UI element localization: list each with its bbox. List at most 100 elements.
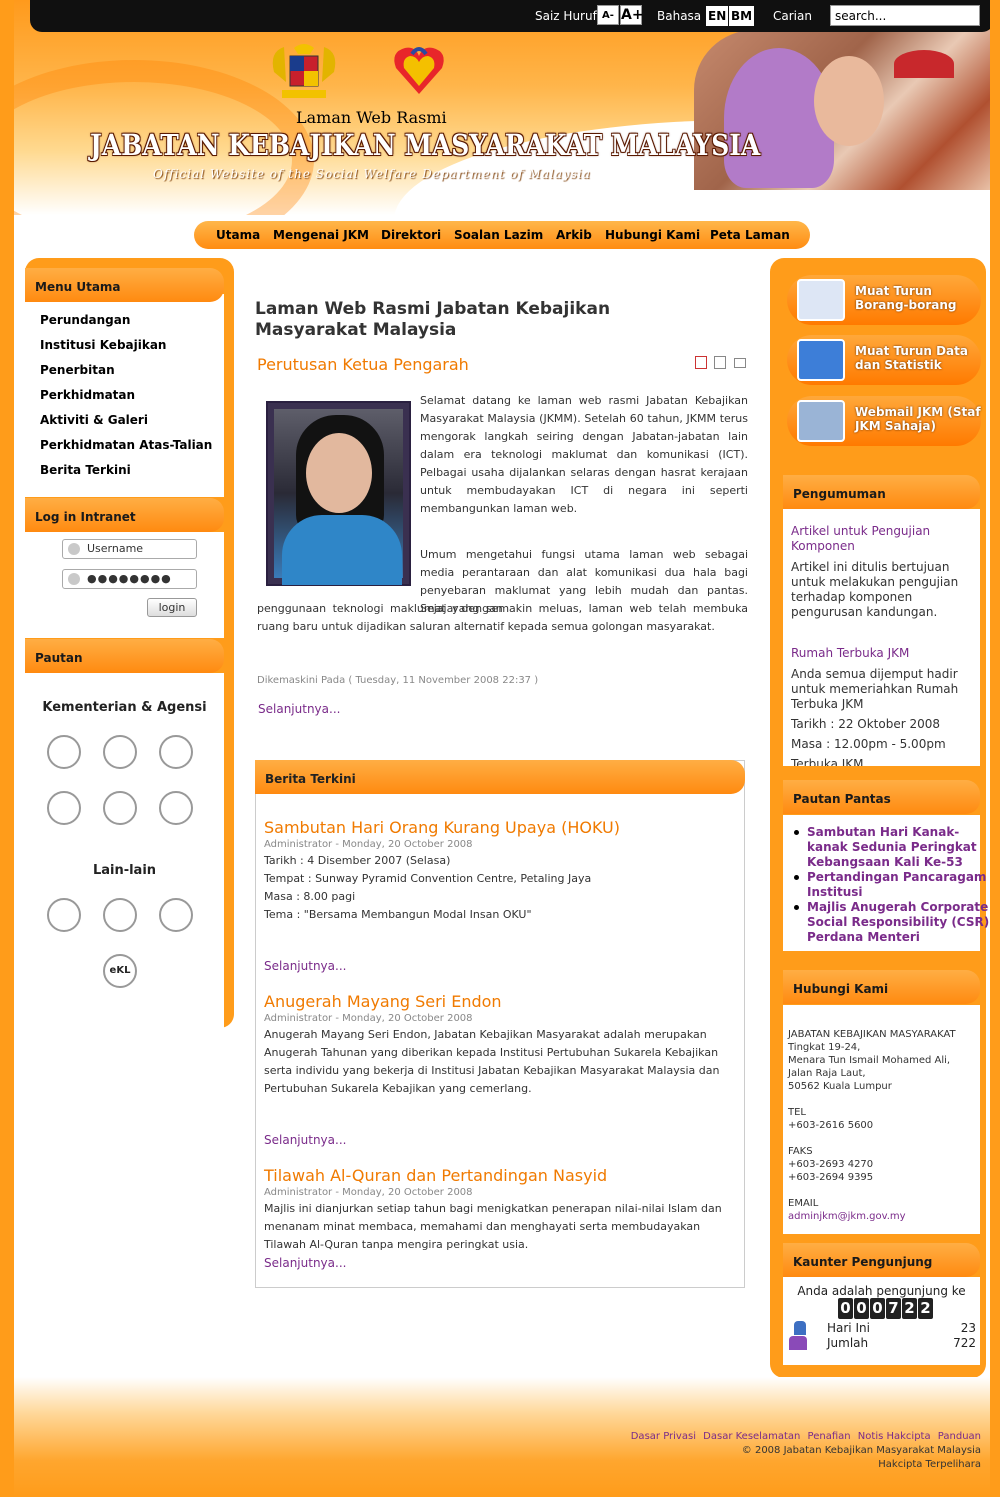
nav-soalan-lazim[interactable]: Soalan Lazim bbox=[454, 228, 543, 242]
counter-digit: 0 bbox=[854, 1298, 869, 1319]
agencies-title: Kementerian & Agensi bbox=[42, 700, 207, 715]
menu-item-aktiviti-galeri[interactable]: Aktiviti & Galeri bbox=[40, 413, 148, 427]
agency-logo-jpw-icon[interactable] bbox=[159, 735, 193, 769]
counter-digit: 2 bbox=[918, 1298, 933, 1319]
news-item-2-readmore[interactable]: Selanjutnya... bbox=[264, 1133, 346, 1147]
nav-utama[interactable]: Utama bbox=[216, 228, 260, 242]
agency-logo-1-icon[interactable] bbox=[47, 735, 81, 769]
username-field[interactable]: Username bbox=[62, 539, 197, 559]
agency-logo-4-icon[interactable] bbox=[47, 791, 81, 825]
download-statistics-button[interactable]: Muat Turun Data dan Statistik bbox=[787, 335, 981, 385]
agency-logo-5-icon[interactable] bbox=[103, 791, 137, 825]
menu-item-perundangan[interactable]: Perundangan bbox=[40, 313, 130, 327]
other-logo-3-icon[interactable] bbox=[159, 898, 193, 932]
counter-digit: 0 bbox=[870, 1298, 885, 1319]
tel-label: TEL bbox=[788, 1107, 806, 1118]
announcement-1-title[interactable]: Artikel untuk Pengujian Komponen bbox=[791, 524, 971, 554]
main-menu-header: Menu Utama bbox=[25, 268, 224, 302]
news-item-1-readmore[interactable]: Selanjutnya... bbox=[264, 959, 346, 973]
address-line: Jalan Raja Laut, bbox=[788, 1068, 866, 1079]
download-statistics-label: Muat Turun Data dan Statistik bbox=[855, 344, 968, 372]
footer-link-copyright[interactable]: Notis Hakcipta bbox=[858, 1431, 931, 1442]
footer: Dasar Privasi Dasar Keselamatan Penafian… bbox=[14, 1377, 990, 1497]
links-panel: Kementerian & Agensi Lain-lain eKL bbox=[25, 673, 224, 1028]
other-logo-2-icon[interactable] bbox=[103, 898, 137, 932]
font-increase-button[interactable]: A+ bbox=[620, 5, 644, 25]
footer-link-disclaimer[interactable]: Penafian bbox=[808, 1431, 851, 1442]
download-forms-button[interactable]: Muat Turun Borang-borang bbox=[787, 275, 981, 325]
nav-peta-laman[interactable]: Peta Laman bbox=[710, 228, 790, 242]
password-value: ●●●●●●●● bbox=[87, 572, 172, 585]
fax-value-1: +603-2693 4270 bbox=[788, 1159, 874, 1170]
article-title[interactable]: Perutusan Ketua Pengarah bbox=[257, 355, 469, 374]
footer-link-guide[interactable]: Panduan bbox=[938, 1431, 981, 1442]
other-logo-1-icon[interactable] bbox=[47, 898, 81, 932]
header-subtitle: Official Website of the Social Welfare D… bbox=[153, 167, 591, 181]
nav-direktori[interactable]: Direktori bbox=[381, 228, 441, 242]
print-icon[interactable] bbox=[714, 356, 726, 369]
mailbox-icon bbox=[797, 400, 845, 442]
webmail-button[interactable]: Webmail JKM (Staf JKM Sahaja) bbox=[787, 396, 981, 446]
menu-item-berita-terkini[interactable]: Berita Terkini bbox=[40, 463, 131, 477]
nav-arkib[interactable]: Arkib bbox=[556, 228, 592, 242]
news-item-2-title[interactable]: Anugerah Mayang Seri Endon bbox=[264, 992, 502, 1011]
header-banner: Laman Web Rasmi JABATAN KEBAJIKAN MASYAR… bbox=[14, 0, 990, 215]
announcement-2-title[interactable]: Rumah Terbuka JKM bbox=[791, 646, 971, 661]
download-forms-label: Muat Turun Borang-borang bbox=[855, 284, 957, 312]
news-item-1-line: Tempat : Sunway Pyramid Convention Centr… bbox=[264, 872, 592, 885]
footer-link-privacy[interactable]: Dasar Privasi bbox=[631, 1431, 696, 1442]
news-item-2-author: Administrator bbox=[264, 1013, 333, 1024]
menu-item-penerbitan[interactable]: Penerbitan bbox=[40, 363, 115, 377]
password-field[interactable]: ●●●●●●●● bbox=[62, 569, 197, 589]
news-item-1-author: Administrator bbox=[264, 839, 333, 850]
font-decrease-button[interactable]: A- bbox=[597, 5, 619, 25]
agency-logo-6-icon[interactable] bbox=[159, 791, 193, 825]
today-label: Hari Ini bbox=[827, 1321, 870, 1335]
announcement-2-body: Anda semua dijemput hadir untuk memeriah… bbox=[791, 667, 959, 711]
quick-link-2[interactable]: Pertandingan Pancaragam Institusi bbox=[794, 870, 990, 900]
documents-icon bbox=[797, 279, 845, 321]
menu-item-perkhidmatan-atas-talian[interactable]: Perkhidmatan Atas-Talian bbox=[40, 438, 212, 452]
email-link[interactable]: adminjkm@jkm.gov.my bbox=[788, 1210, 906, 1223]
coat-of-arms-logo bbox=[272, 44, 336, 98]
article-readmore-link[interactable]: Selanjutnya... bbox=[258, 702, 340, 716]
lang-en-button[interactable]: EN bbox=[706, 6, 729, 26]
tel-value: +603-2616 5600 bbox=[788, 1120, 874, 1131]
news-item-2-meta: Administrator - Monday, 20 October 2008 bbox=[264, 1013, 473, 1024]
others-title: Lain-lain bbox=[92, 863, 157, 878]
news-item-1-title[interactable]: Sambutan Hari Orang Kurang Upaya (HOKU) bbox=[264, 818, 620, 837]
total-value: 722 bbox=[953, 1336, 976, 1350]
links-header: Pautan bbox=[25, 639, 224, 673]
footer-copyright: © 2008 Jabatan Kebajikan Masyarakat Mala… bbox=[741, 1445, 981, 1456]
header-photo bbox=[694, 30, 990, 190]
search-input[interactable] bbox=[830, 5, 980, 26]
total-label: Jumlah bbox=[827, 1336, 869, 1350]
pdf-icon[interactable] bbox=[695, 356, 707, 369]
quick-link-1[interactable]: Sambutan Hari Kanak-kanak Sedunia Pering… bbox=[794, 825, 990, 870]
agency-logo-2-icon[interactable] bbox=[103, 735, 137, 769]
footer-links: Dasar Privasi Dasar Keselamatan Penafian… bbox=[627, 1431, 981, 1442]
footer-link-security[interactable]: Dasar Keselamatan bbox=[703, 1431, 800, 1442]
nav-mengenai-jkm[interactable]: Mengenai JKM bbox=[273, 228, 369, 242]
fax-label: FAKS bbox=[788, 1146, 813, 1157]
photo-figure-3 bbox=[894, 50, 954, 78]
ekl-logo-icon[interactable]: eKL bbox=[103, 954, 137, 988]
address-line: Menara Tun Ismail Mohamed Ali, bbox=[788, 1055, 951, 1066]
nav-hubungi-kami[interactable]: Hubungi Kami bbox=[605, 228, 700, 242]
quick-link-3[interactable]: Majlis Anugerah Corporate Social Respons… bbox=[794, 900, 990, 945]
news-item-1-line: Tema : "Bersama Membangun Modal Insan OK… bbox=[264, 908, 532, 921]
login-button[interactable]: login bbox=[147, 598, 197, 617]
counter-digit: 7 bbox=[886, 1298, 901, 1319]
menu-item-institusi-kebajikan[interactable]: Institusi Kebajikan bbox=[40, 338, 166, 352]
login-panel: Username ●●●●●●●● bbox=[25, 532, 224, 638]
news-item-3-title[interactable]: Tilawah Al-Quran dan Pertandingan Nasyid bbox=[264, 1166, 607, 1185]
news-item-3-author: Administrator bbox=[264, 1187, 333, 1198]
key-icon bbox=[68, 573, 80, 585]
menu-item-perkhidmatan[interactable]: Perkhidmatan bbox=[40, 388, 135, 402]
email-icon[interactable] bbox=[734, 358, 746, 368]
lang-bm-button[interactable]: BM bbox=[729, 6, 755, 26]
news-item-3-readmore[interactable]: Selanjutnya... bbox=[264, 1256, 346, 1270]
contact-address: JABATAN KEBAJIKAN MASYARAKAT Tingkat 19-… bbox=[788, 1028, 956, 1093]
address-line: 50562 Kuala Lumpur bbox=[788, 1081, 892, 1092]
fax-value-2: +603-2694 9395 bbox=[788, 1172, 874, 1183]
